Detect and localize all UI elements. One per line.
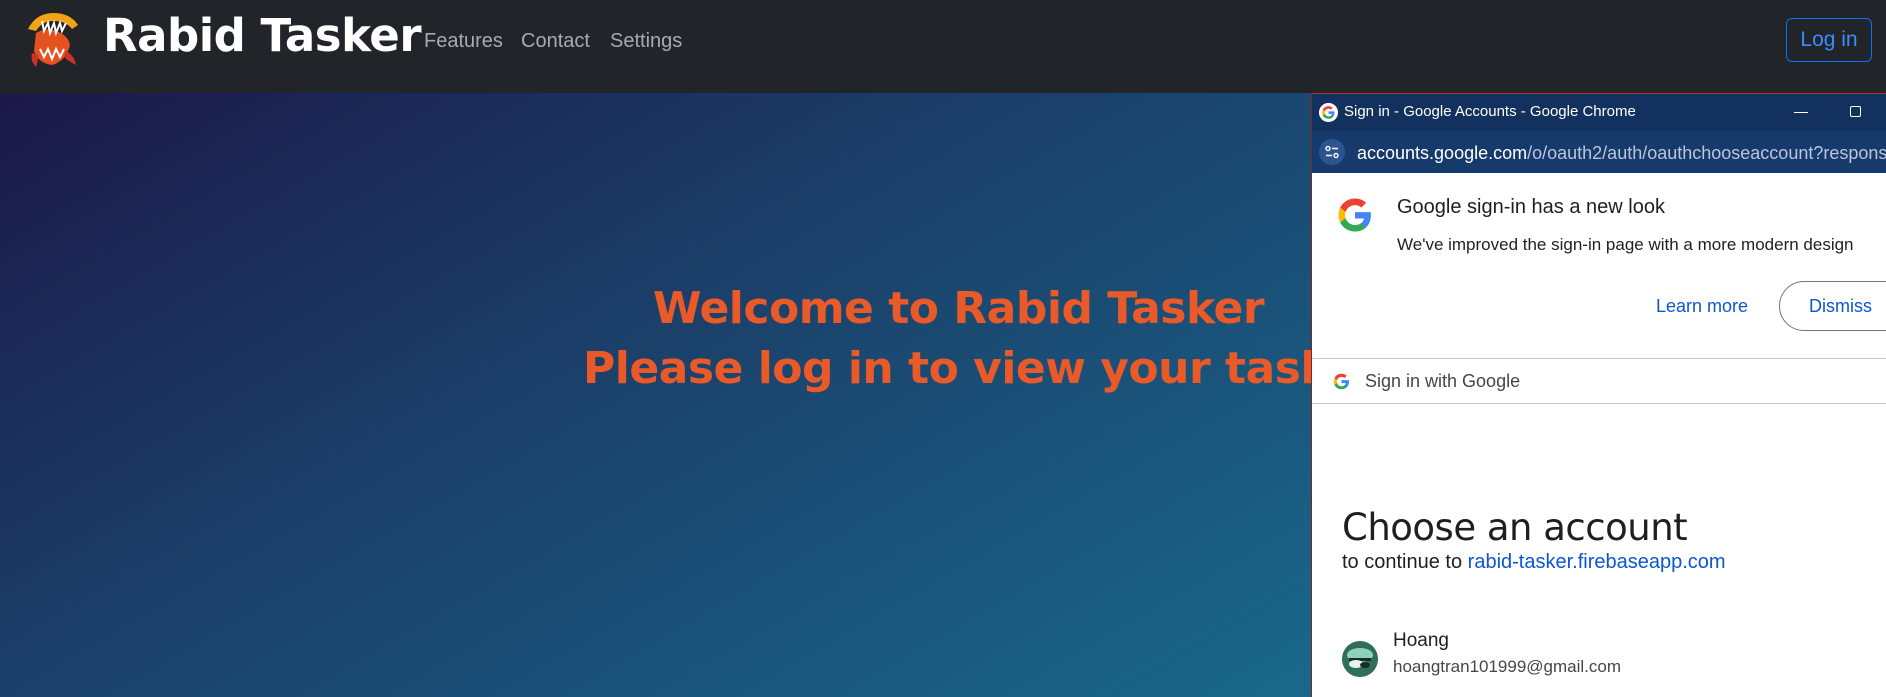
- account-email: hoangtran101999@gmail.com: [1393, 657, 1622, 676]
- signin-with-google-label: Sign in with Google: [1365, 371, 1521, 391]
- url-text[interactable]: accounts.google.com/o/oauth2/auth/oauthc…: [1357, 142, 1886, 164]
- banner-text: We've improved the sign-in page with a m…: [1397, 235, 1854, 254]
- url-domain: accounts.google.com: [1357, 143, 1528, 163]
- google-signin-popup: Sign in - Google Accounts - Google Chrom…: [1311, 93, 1886, 697]
- site-info-icon[interactable]: [1319, 139, 1345, 165]
- google-g-icon: [1338, 198, 1371, 232]
- continue-prefix: to continue to: [1342, 551, 1463, 573]
- login-button[interactable]: Log in: [1786, 18, 1872, 62]
- avatar: [1342, 641, 1378, 677]
- navbar: Rabid Tasker Features Contact Settings L…: [0, 0, 1886, 93]
- hero-login-prompt: Please log in to view your tasks: [583, 343, 1355, 394]
- account-name: Hoang: [1393, 630, 1449, 651]
- nav-settings-link[interactable]: Settings: [610, 29, 682, 53]
- divider: [1312, 403, 1886, 404]
- continue-to-text: to continue to rabid-tasker.firebaseapp.…: [1342, 551, 1726, 574]
- dismiss-button[interactable]: Dismiss: [1779, 281, 1886, 331]
- google-g-icon: [1333, 373, 1350, 390]
- learn-more-link[interactable]: Learn more: [1656, 296, 1748, 317]
- banner-title: Google sign-in has a new look: [1397, 196, 1665, 218]
- rabid-logo-icon[interactable]: [22, 9, 84, 71]
- popup-window-title: Sign in - Google Accounts - Google Chrom…: [1344, 103, 1636, 120]
- popup-titlebar[interactable]: Sign in - Google Accounts - Google Chrom…: [1312, 93, 1886, 131]
- address-bar[interactable]: accounts.google.com/o/oauth2/auth/oauthc…: [1312, 131, 1886, 173]
- url-path: /o/oauth2/auth/oauthchooseaccount?respon…: [1527, 143, 1886, 163]
- nav-features-link[interactable]: Features: [424, 29, 503, 53]
- google-g-icon: [1319, 103, 1338, 122]
- minimize-icon[interactable]: [1794, 112, 1808, 113]
- brand-title[interactable]: Rabid Tasker: [103, 6, 422, 66]
- nav-contact-link[interactable]: Contact: [521, 29, 590, 53]
- account-option[interactable]: Hoang hoangtran101999@gmail.com: [1312, 618, 1886, 697]
- hero-welcome-text: Welcome to Rabid Tasker: [653, 283, 1265, 334]
- divider: [1312, 358, 1886, 359]
- choose-account-heading: Choose an account: [1342, 505, 1688, 549]
- continue-app-link[interactable]: rabid-tasker.firebaseapp.com: [1468, 551, 1726, 573]
- maximize-icon[interactable]: [1850, 106, 1861, 117]
